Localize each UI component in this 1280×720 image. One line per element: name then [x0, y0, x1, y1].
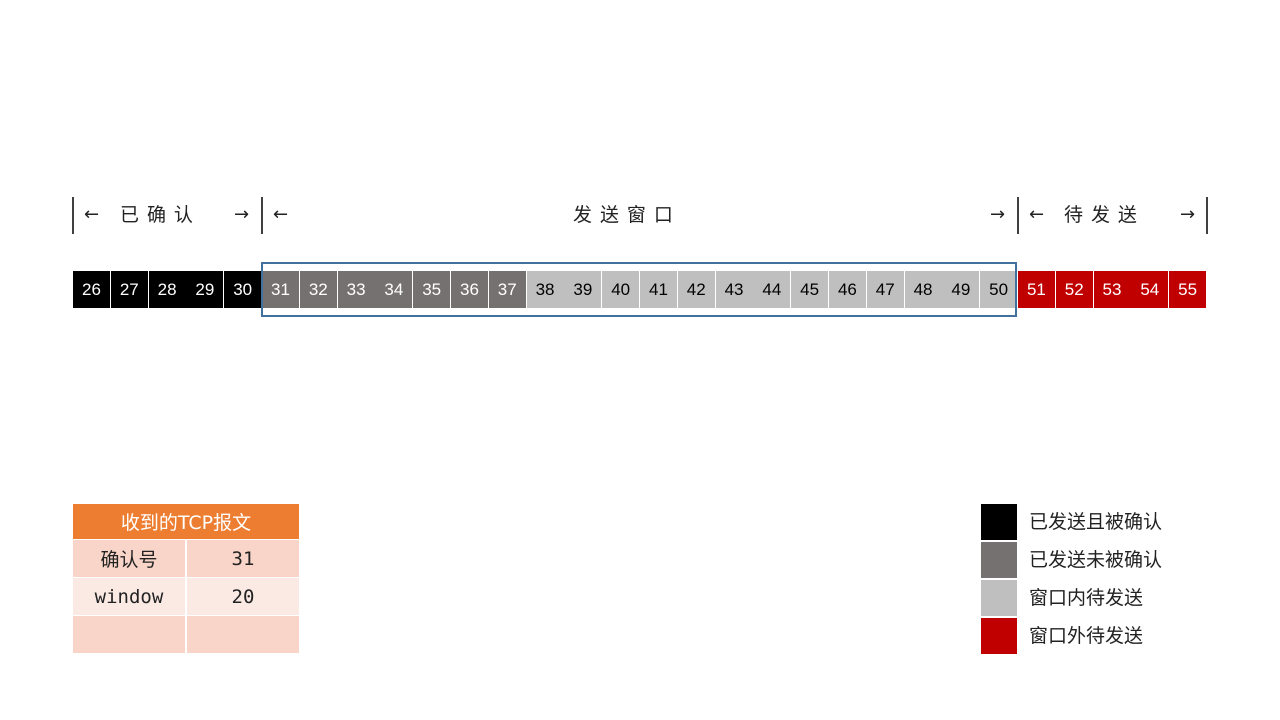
table-row	[73, 615, 299, 653]
seq-cell-acked: 28	[148, 271, 186, 308]
window-left-arrow: ←	[273, 204, 289, 225]
send-window-frame	[261, 262, 1017, 317]
legend-swatch-window	[981, 580, 1017, 616]
legend-swatch-sent	[981, 542, 1017, 578]
pending-right-arrow: →	[1180, 204, 1196, 225]
ack-number-key: 确认号	[73, 539, 187, 578]
legend-label-window: 窗口内待发送	[1029, 587, 1144, 609]
pending-left-bar	[1017, 197, 1019, 234]
window-key: window	[73, 577, 187, 616]
seq-cell-acked: 26	[73, 271, 110, 308]
table-title: 收到的TCP报文	[73, 504, 299, 540]
pending-label: 待 发 送	[1064, 204, 1138, 226]
pending-left-arrow: ←	[1029, 204, 1045, 225]
seq-cell-acked: 29	[186, 271, 224, 308]
legend-label-acked: 已发送且被确认	[1029, 511, 1163, 533]
legend-label-sent: 已发送未被确认	[1029, 549, 1163, 571]
window-left-bar	[261, 197, 263, 234]
window-value: 20	[186, 577, 299, 616]
legend-swatch-acked	[981, 504, 1017, 540]
pending-right-bar	[1206, 197, 1208, 234]
seq-cell-outside-window: 53	[1093, 271, 1131, 308]
seq-cell-acked: 30	[224, 271, 262, 308]
acked-left-bar	[72, 197, 74, 234]
seq-cell-outside-window: 52	[1055, 271, 1093, 308]
seq-cell-acked: 27	[110, 271, 148, 308]
table-row: window 20	[73, 577, 299, 616]
empty-key	[73, 615, 187, 653]
acked-left-arrow: ←	[84, 204, 100, 225]
legend-label-outside: 窗口外待发送	[1029, 625, 1144, 647]
tcp-segment-table: 收到的TCP报文 确认号 31 window 20	[73, 504, 299, 653]
acked-right-arrow: →	[234, 204, 250, 225]
window-right-arrow: →	[990, 204, 1006, 225]
seq-cell-outside-window: 54	[1131, 271, 1169, 308]
seq-cell-outside-window: 51	[1017, 271, 1055, 308]
seq-cell-outside-window: 55	[1169, 271, 1207, 308]
table-row: 确认号 31	[73, 539, 299, 578]
ack-number-value: 31	[186, 539, 299, 578]
legend-swatch-outside	[981, 618, 1017, 654]
window-label: 发 送 窗 口	[573, 204, 674, 226]
empty-value	[186, 615, 299, 653]
acked-label: 已 确 认	[120, 204, 194, 226]
